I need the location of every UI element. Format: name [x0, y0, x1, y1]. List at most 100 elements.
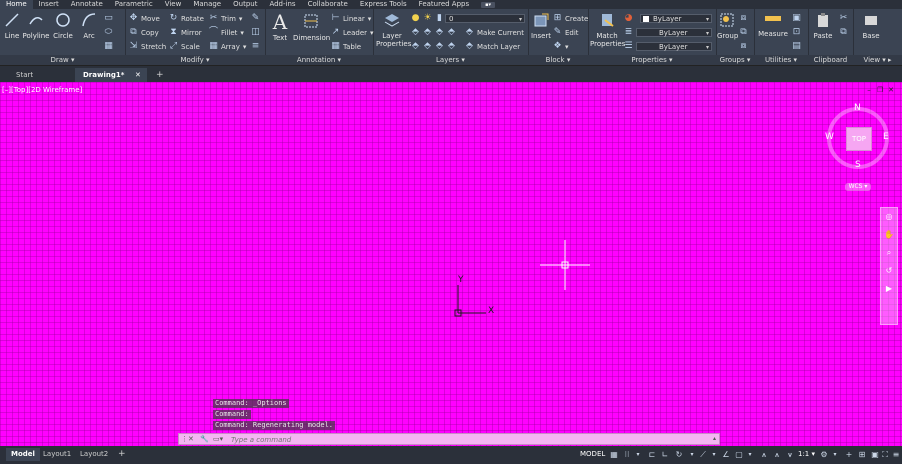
polyline-button[interactable]: Polyline — [22, 12, 50, 40]
circle-button[interactable]: Circle — [52, 12, 74, 40]
close-tab-icon[interactable]: ✕ — [131, 68, 145, 82]
linear-button[interactable]: ⊢ Linear ▾ — [331, 13, 372, 24]
leader-button[interactable]: ↗ Leader ▾ — [331, 27, 374, 38]
menu-express-tools[interactable]: Express Tools — [354, 0, 413, 9]
arc-button[interactable]: Arc — [78, 12, 100, 40]
block-panel-title[interactable]: Block ▾ — [528, 55, 588, 65]
menu-featured-apps[interactable]: Featured Apps — [413, 0, 475, 9]
copy-clip-button[interactable]: ⧉ — [839, 27, 848, 38]
annotation-monitor-icon[interactable]: + — [845, 451, 853, 459]
grid-icon[interactable]: ▦ — [610, 451, 618, 459]
fillet-button[interactable]: ⌒ Fillet ▾ — [209, 27, 244, 38]
annotation-scale-icon[interactable]: ⩛ — [786, 451, 794, 459]
infer-constraints-icon[interactable]: ⊏ — [648, 451, 656, 459]
insert-button[interactable]: Insert — [530, 12, 552, 40]
command-grip-icon[interactable]: ⋮ — [181, 434, 188, 444]
array-button[interactable]: ▦ Array ▾ — [209, 41, 246, 52]
move-button[interactable]: ✥ Move — [129, 13, 160, 24]
polar-tracking-icon[interactable]: ↻ — [675, 451, 683, 459]
layer-properties-button[interactable]: Layer Properties — [376, 12, 411, 48]
lineweight-icon[interactable]: ☰ — [624, 41, 633, 52]
isodraft-icon[interactable]: ⟋ — [699, 451, 707, 459]
cut-button[interactable]: ✂ — [839, 13, 848, 24]
zoom-icon[interactable]: ⌕ — [881, 244, 897, 262]
model-space-toggle[interactable]: MODEL — [580, 450, 605, 458]
menu-manage[interactable]: Manage — [187, 0, 227, 9]
rectangle-button[interactable]: ▭ — [104, 13, 113, 24]
viewcube-east[interactable]: E — [883, 132, 889, 142]
layer-tools-row-1[interactable]: ⬘ ⬘ ⬘ ⬘ — [411, 27, 456, 38]
offset-button[interactable]: ≡ — [251, 41, 260, 52]
quick-select-button[interactable]: ▣ — [792, 13, 801, 24]
rotate-button[interactable]: ↻ Rotate — [169, 13, 204, 24]
snap-mode-icon[interactable]: ⁝⁝ — [623, 451, 631, 459]
block-attributes-button[interactable]: ❖ ▾ — [553, 41, 568, 52]
color-wheel-icon[interactable]: ◕ — [624, 13, 633, 24]
tab-model[interactable]: Model — [6, 448, 40, 461]
stretch-button[interactable]: ⇲ Stretch — [129, 41, 167, 52]
clean-screen-icon[interactable]: ⛶ — [881, 451, 889, 459]
command-history-toggle-icon[interactable]: ▴ — [713, 434, 716, 444]
command-customize-icon[interactable]: 🔧 — [200, 434, 209, 444]
menu-collaborate[interactable]: Collaborate — [302, 0, 354, 9]
text-button[interactable]: A Text — [269, 12, 291, 42]
tab-layout2[interactable]: Layout2 — [75, 448, 113, 461]
viewcube-north[interactable]: N — [854, 103, 861, 113]
wcs-menu[interactable]: WCS ▾ — [845, 183, 871, 191]
pan-icon[interactable]: ✋ — [881, 226, 897, 244]
object-snap-tracking-icon[interactable]: ∠ — [722, 451, 730, 459]
new-tab-icon[interactable]: + — [152, 68, 168, 82]
group-select-button[interactable]: ⧇ — [739, 41, 748, 52]
linetype-icon[interactable]: ≣ — [624, 27, 633, 38]
clipboard-panel-title[interactable]: Clipboard — [808, 55, 853, 65]
make-current-button[interactable]: ⬘ Make Current — [465, 27, 524, 38]
linetype-dropdown[interactable]: ByLayer — [636, 28, 712, 38]
viewcube-west[interactable]: W — [825, 132, 834, 142]
view-panel-title[interactable]: View ▾ ▸ — [853, 55, 902, 65]
menu-home[interactable]: Home — [0, 0, 33, 9]
scale-button[interactable]: ⤢ Scale — [169, 41, 200, 52]
viewcube-top-face[interactable]: TOP — [846, 127, 872, 151]
showmotion-icon[interactable]: ▶ — [881, 280, 897, 298]
drawing-canvas[interactable] — [0, 82, 902, 446]
explode-button[interactable]: ◫ — [251, 27, 260, 38]
base-button[interactable]: Base — [859, 12, 883, 40]
hatch-button[interactable]: ▦ — [104, 41, 113, 52]
snap-dropdown-icon[interactable]: ▾ — [634, 451, 642, 459]
viewcube-south[interactable]: S — [855, 160, 861, 170]
object-snap-icon[interactable]: ▢ — [735, 451, 743, 459]
group-button[interactable]: Group — [717, 12, 738, 40]
polar-dropdown-icon[interactable]: ▾ — [688, 451, 696, 459]
edit-block-button[interactable]: ✎ Edit — [553, 27, 579, 38]
groups-panel-title[interactable]: Groups ▾ — [716, 55, 754, 65]
color-dropdown[interactable]: ByLayer — [640, 14, 712, 24]
match-layer-button[interactable]: ⬘ Match Layer — [465, 41, 520, 52]
tab-layout1[interactable]: Layout1 — [38, 448, 76, 461]
close-viewport-icon[interactable]: ✕ — [888, 87, 894, 94]
layer-tools-row-2[interactable]: ⬘ ⬘ ⬘ ⬘ — [411, 41, 456, 52]
utilities-panel-title[interactable]: Utilities ▾ — [754, 55, 808, 65]
workspace-dropdown-icon[interactable]: ▾ — [831, 451, 839, 459]
customization-menu-icon[interactable]: ≡ — [892, 451, 900, 459]
ungroup-button[interactable]: ⧈ — [739, 13, 748, 24]
id-point-button[interactable]: ⊡ — [792, 27, 801, 38]
menu-add-ins[interactable]: Add-ins — [263, 0, 301, 9]
line-button[interactable]: Line — [2, 12, 22, 40]
restore-viewport-icon[interactable]: ❐ — [877, 87, 883, 94]
steering-wheel-icon[interactable]: ◎ — [881, 208, 897, 226]
isodraft-dropdown-icon[interactable]: ▾ — [710, 451, 718, 459]
osnap-dropdown-icon[interactable]: ▾ — [746, 451, 754, 459]
annotation-scale-value[interactable]: 1:1 ▾ — [798, 450, 815, 458]
menu-annotate[interactable]: Annotate — [65, 0, 109, 9]
ortho-icon[interactable]: ∟ — [661, 451, 669, 459]
units-icon[interactable]: ⊞ — [858, 451, 866, 459]
tab-start[interactable]: Start — [8, 68, 41, 82]
erase-button[interactable]: ✎ — [251, 13, 260, 24]
create-block-button[interactable]: ⊞ Create — [553, 13, 589, 24]
recent-commands-icon[interactable]: ▭▾ — [213, 434, 223, 444]
layer-state-icons[interactable]: ● ☀ ▮ — [411, 13, 444, 24]
lineweight-dropdown[interactable]: ByLayer — [636, 42, 712, 52]
command-close-icon[interactable]: ✕ — [188, 434, 194, 444]
copy-button[interactable]: ⧉ Copy — [129, 27, 158, 38]
annotation-panel-title[interactable]: Annotation ▾ — [265, 55, 373, 65]
